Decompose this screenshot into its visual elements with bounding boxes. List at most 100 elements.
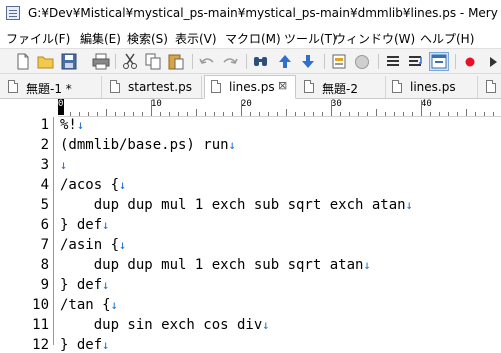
tab-untitled-2[interactable]: 無題-2 [298,76,386,98]
ruler-tick [178,112,179,116]
line-number-gutter: 1 2 3 4 5 6 7 8 9 10 11 12 [0,117,53,353]
ruler-mark-20: 20 [241,99,252,109]
find-icon[interactable] [252,53,270,70]
ruler-tick [403,112,404,116]
tab-untitled-1[interactable]: 無題-1 * [2,76,102,98]
menu-tools[interactable]: ツール(T) [284,30,337,47]
eol-marker: ↓ [119,178,127,192]
line-number: 5 [40,197,49,213]
menu-help[interactable]: ヘルプ(H) [420,30,474,47]
ruler-tick [169,112,170,116]
ruler-tick [124,112,125,116]
record-macro-icon[interactable] [461,53,479,70]
ruler-tick [250,112,251,116]
highlight-icon[interactable] [330,53,348,70]
title-bar: G:¥Dev¥Mistical¥mystical_ps-main¥mystica… [0,0,501,28]
ruler-tick [484,112,485,116]
menu-bar: ファイル(F) 編集(E) 検索(S) 表示(V) マクロ(M) ツール(T) … [0,28,501,48]
menu-macro[interactable]: マクロ(M) [225,30,281,47]
line-number: 8 [40,257,49,273]
code-text: /asin { [60,237,120,253]
ruler-tick [421,100,422,116]
ruler-tick [295,112,296,116]
open-folder-icon[interactable] [37,53,55,70]
ruler-tick [196,109,197,116]
menu-edit[interactable]: 編集(E) [80,30,121,47]
line-number: 1 [40,117,49,133]
line-number: 6 [40,217,49,233]
document-icon [392,80,402,93]
list-icon[interactable] [384,53,402,70]
code-line[interactable]: /asin {↓ [60,237,126,253]
ruler-tick [340,112,341,116]
paste-icon[interactable] [167,53,185,70]
eol-marker: ↓ [228,138,236,152]
print-icon[interactable] [92,53,110,70]
tab-lines-active[interactable]: lines.ps ⊠ [204,75,296,99]
code-text: } def [60,277,103,293]
ruler-tick [322,112,323,116]
window-layout-icon[interactable] [429,52,449,71]
ruler-mark-40: 40 [421,99,432,109]
code-line[interactable]: dup dup mul 1 exch sub sqrt exch atan↓ [60,197,413,213]
undo-icon[interactable] [198,53,216,70]
ruler-tick [88,112,89,116]
menu-window[interactable]: ウィンドウ(W) [334,30,415,47]
code-text: /tan { [60,297,111,313]
ruler-tick [493,112,494,116]
tab-bar: 無題-1 * startest.ps lines.ps ⊠ 無題-2 lines… [0,74,501,99]
find-next-icon[interactable] [299,53,317,70]
code-line[interactable]: dup sin exch cos div↓ [60,317,270,333]
code-area[interactable]: %!↓ (dmmlib/base.ps) run↓ ↓/acos {↓ dup du… [60,117,501,353]
document-icon [304,80,314,93]
line-number: 3 [40,157,49,173]
ruler-tick [385,112,386,116]
ruler-tick [79,112,80,116]
tab-lines-2[interactable]: lines.ps [386,76,478,98]
code-text: dup dup mul 1 exch sub sqrt exch atan [60,197,406,213]
code-line[interactable]: %!↓ [60,117,84,133]
copy-icon[interactable] [144,53,162,70]
eol-marker: ↓ [363,258,371,272]
eol-marker: ↓ [102,338,110,352]
eol-marker: ↓ [102,278,110,292]
tab-overflow[interactable] [480,76,501,98]
redo-icon[interactable] [221,53,239,70]
ruler-mark-30: 30 [331,99,342,109]
close-tab-icon[interactable]: ⊠ [278,79,287,92]
cut-icon[interactable] [121,53,139,70]
line-number: 11 [32,317,49,333]
code-line[interactable]: } def↓ [60,217,109,233]
tab-label: lines.ps [229,80,275,94]
line-number: 12 [32,337,49,353]
code-line[interactable]: (dmmlib/base.ps) run↓ [60,137,236,153]
code-line[interactable]: } def↓ [60,277,109,293]
eol-marker: ↓ [119,238,127,252]
eol-marker: ↓ [110,298,118,312]
menu-file[interactable]: ファイル(F) [6,30,70,47]
save-icon[interactable] [60,53,78,70]
gutter-divider [53,117,54,345]
find-previous-icon[interactable] [276,53,294,70]
ruler-tick [475,112,476,116]
ruler-cursor-marker: 0 [58,99,64,115]
tab-startest[interactable]: startest.ps [104,76,202,98]
code-line[interactable]: /acos {↓ [60,177,126,193]
code-line[interactable]: /tan {↓ [60,297,118,313]
line-number: 2 [40,137,49,153]
menu-view[interactable]: 表示(V) [175,30,217,47]
code-line[interactable]: } def↓ [60,337,109,353]
ruler-tick [448,112,449,116]
new-file-icon[interactable] [14,53,32,70]
tab-label: 無題-2 [322,82,358,96]
toolbar [0,48,501,74]
play-macro-icon[interactable] [484,53,501,70]
clear-highlight-icon[interactable] [353,53,371,70]
eol-marker: ↓ [76,118,85,132]
editor[interactable]: 0 10 20 30 40 1 2 3 4 5 6 7 8 9 10 11 12 %!↓ (dmmlib… [0,99,501,353]
code-text: } def [60,337,103,353]
code-line[interactable]: dup dup mul 1 exch sub sqrt atan↓ [60,257,371,273]
code-line[interactable]: ↓ [60,157,67,173]
menu-search[interactable]: 検索(S) [127,30,168,47]
word-wrap-icon[interactable] [407,53,425,70]
